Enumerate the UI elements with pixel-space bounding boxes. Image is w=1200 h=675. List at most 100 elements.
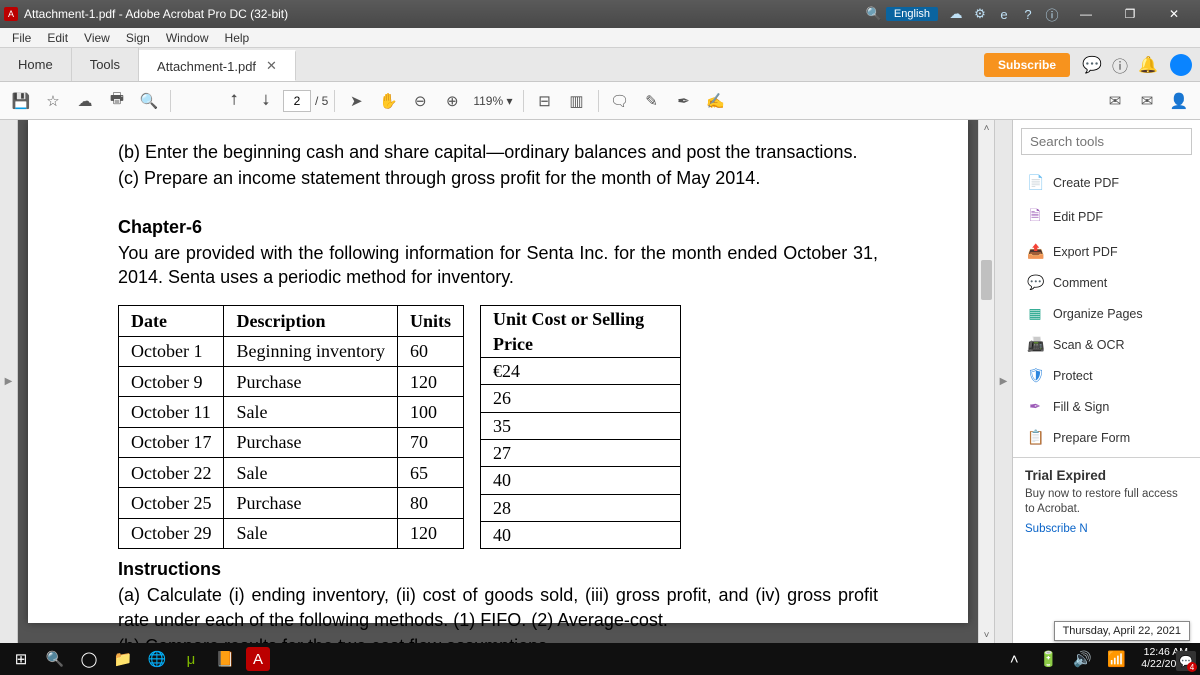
- tool-export-pdf[interactable]: 📤Export PDF: [1013, 236, 1200, 267]
- browser-icon[interactable]: e: [992, 7, 1016, 22]
- maximize-button[interactable]: ❐: [1108, 0, 1152, 28]
- tool-scan-ocr[interactable]: 📠Scan & OCR: [1013, 329, 1200, 360]
- windows-taskbar: ⊞ 🔍 ◯ 📁 🌐 μ 📙 A Thursday, April 22, 2021…: [0, 643, 1200, 675]
- volume-icon[interactable]: 🔊: [1065, 643, 1099, 675]
- vertical-scrollbar[interactable]: ˄ ˅: [978, 120, 994, 643]
- scan-icon: 📠: [1027, 336, 1043, 353]
- page-up-icon[interactable]: ⭡: [219, 86, 249, 116]
- tool-comment[interactable]: 💬Comment: [1013, 267, 1200, 298]
- menu-edit[interactable]: Edit: [39, 31, 76, 45]
- tool-create-pdf[interactable]: 📄Create PDF: [1013, 167, 1200, 198]
- zoom-in-icon[interactable]: ⊕: [437, 86, 467, 116]
- tool-prepare-form[interactable]: 📋Prepare Form: [1013, 422, 1200, 453]
- fit-width-icon[interactable]: ⊟: [530, 86, 560, 116]
- tab-home[interactable]: Home: [0, 48, 72, 81]
- content-area: ▶ (b) Enter the beginning cash and share…: [0, 120, 1200, 643]
- text-line: (b) Compare results for the two cost flo…: [118, 634, 878, 643]
- menu-help[interactable]: Help: [217, 31, 258, 45]
- file-explorer-icon[interactable]: 📁: [106, 643, 140, 675]
- tool-protect[interactable]: 🛡Protect: [1013, 360, 1200, 391]
- start-button[interactable]: ⊞: [4, 643, 38, 675]
- highlight-icon[interactable]: ✎: [637, 86, 667, 116]
- minimize-button[interactable]: —: [1064, 0, 1108, 28]
- left-panel-toggle[interactable]: ▶: [0, 120, 18, 643]
- stamp-icon[interactable]: ✍: [701, 86, 731, 116]
- table-row: 26: [480, 385, 680, 412]
- table-row: 35: [480, 412, 680, 439]
- help-icon[interactable]: ?: [1016, 7, 1040, 22]
- table-row: October 25Purchase80: [119, 488, 464, 518]
- menu-view[interactable]: View: [76, 31, 118, 45]
- cloud-icon[interactable]: ☁: [944, 6, 968, 22]
- menu-file[interactable]: File: [4, 31, 39, 45]
- trial-text: Buy now to restore full access to Acroba…: [1025, 487, 1188, 517]
- acrobat-taskbar-icon[interactable]: A: [246, 647, 270, 671]
- organize-icon: ▦: [1027, 305, 1043, 322]
- avatar[interactable]: [1170, 54, 1192, 76]
- share-icon[interactable]: ✉: [1100, 86, 1130, 116]
- export-pdf-icon: 📤: [1027, 243, 1043, 260]
- taskbar-search-icon[interactable]: 🔍: [38, 643, 72, 675]
- trial-notice: Trial Expired Buy now to restore full ac…: [1013, 457, 1200, 541]
- tool-edit-pdf[interactable]: 🗎Edit PDF: [1013, 198, 1200, 236]
- battery-icon[interactable]: 🔋: [1031, 643, 1065, 675]
- settings-icon[interactable]: ⚙: [968, 6, 992, 22]
- zoom-out-icon[interactable]: ⊖: [405, 86, 435, 116]
- mail-icon[interactable]: ✉: [1132, 86, 1162, 116]
- table-row: October 9Purchase120: [119, 367, 464, 397]
- bell-icon[interactable]: 🔔: [1134, 48, 1162, 81]
- tray-chevron-icon[interactable]: ˄: [997, 643, 1031, 675]
- sign-icon[interactable]: ✒: [669, 86, 699, 116]
- print-icon[interactable]: 🖶: [102, 86, 132, 116]
- page-current-input[interactable]: [283, 90, 311, 112]
- chrome-icon[interactable]: 🌐: [140, 643, 174, 675]
- menu-window[interactable]: Window: [158, 31, 217, 45]
- close-button[interactable]: ✕: [1152, 0, 1196, 28]
- hand-icon[interactable]: ✋: [373, 86, 403, 116]
- subscribe-button[interactable]: Subscribe: [984, 53, 1070, 77]
- instructions-heading: Instructions: [118, 557, 878, 581]
- people-icon[interactable]: 👤: [1164, 86, 1194, 116]
- comment-icon: 💬: [1027, 274, 1043, 291]
- save-icon[interactable]: 💾: [6, 86, 36, 116]
- subscribe-link[interactable]: Subscribe N: [1025, 523, 1188, 535]
- app-icon[interactable]: 📙: [208, 643, 242, 675]
- star-icon[interactable]: ☆: [38, 86, 68, 116]
- table-row: October 17Purchase70: [119, 427, 464, 457]
- comment-icon[interactable]: 🗨: [605, 86, 635, 116]
- close-icon[interactable]: ✕: [266, 58, 277, 74]
- right-panel-toggle[interactable]: ▶: [994, 120, 1012, 643]
- utorrent-icon[interactable]: μ: [174, 643, 208, 675]
- tool-fill-sign[interactable]: ✒Fill & Sign: [1013, 391, 1200, 422]
- table-row: October 11Sale100: [119, 397, 464, 427]
- inventory-table-1: DateDescriptionUnits October 1Beginning …: [118, 305, 464, 549]
- action-center-icon[interactable]: 💬4: [1176, 651, 1196, 671]
- acrobat-icon: A: [4, 7, 18, 21]
- pointer-icon[interactable]: ➤: [341, 86, 371, 116]
- scroll-up-icon[interactable]: ˄: [979, 120, 994, 136]
- tab-document[interactable]: Attachment-1.pdf ✕: [139, 50, 296, 81]
- info-icon[interactable]: ⓘ: [1040, 5, 1064, 24]
- search-icon[interactable]: 🔍: [862, 6, 886, 22]
- task-view-icon[interactable]: ◯: [72, 643, 106, 675]
- help-circle-icon[interactable]: ⓘ: [1106, 48, 1134, 81]
- cloud-upload-icon[interactable]: ☁: [70, 86, 100, 116]
- tool-organize[interactable]: ▦Organize Pages: [1013, 298, 1200, 329]
- tab-tools[interactable]: Tools: [72, 48, 139, 81]
- search-tools-input[interactable]: [1021, 128, 1192, 155]
- inventory-table-2: Unit Cost or Selling Price €24 26 35 27 …: [480, 305, 681, 549]
- scroll-thumb[interactable]: [981, 260, 992, 300]
- page-down-icon[interactable]: ⭣: [251, 86, 281, 116]
- scroll-down-icon[interactable]: ˅: [979, 627, 994, 643]
- messages-icon[interactable]: 💬: [1078, 48, 1106, 81]
- document-viewport[interactable]: (b) Enter the beginning cash and share c…: [18, 120, 978, 643]
- wifi-icon[interactable]: 📶: [1099, 643, 1133, 675]
- find-icon[interactable]: 🔍: [134, 86, 164, 116]
- document-toolbar: 💾 ☆ ☁ 🖶 🔍 ⭡ ⭣ / 5 ➤ ✋ ⊖ ⊕ 119% ▾ ⊟ ▥ 🗨 ✎…: [0, 82, 1200, 120]
- window-titlebar: A Attachment-1.pdf - Adobe Acrobat Pro D…: [0, 0, 1200, 28]
- language-badge[interactable]: English: [886, 7, 938, 21]
- fit-page-icon[interactable]: ▥: [562, 86, 592, 116]
- chevron-right-icon: ▶: [1000, 376, 1008, 387]
- zoom-level[interactable]: 119% ▾: [469, 94, 516, 108]
- menu-sign[interactable]: Sign: [118, 31, 158, 45]
